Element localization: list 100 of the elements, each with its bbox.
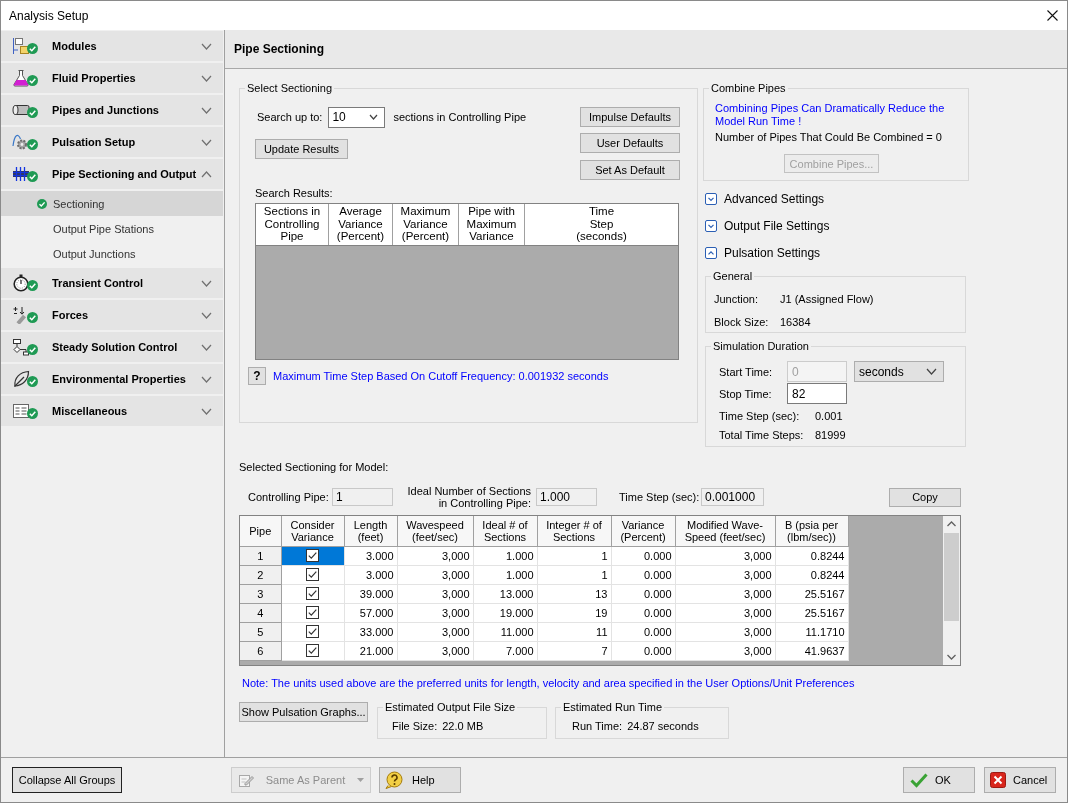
- chevron-down-icon: [369, 114, 379, 120]
- checkbox[interactable]: [306, 625, 319, 638]
- sections-dropdown[interactable]: 10: [328, 106, 386, 128]
- field-label: Block Size:: [714, 315, 770, 329]
- info-text: Number of Pipes That Could Be Combined = 0: [715, 131, 943, 144]
- chevron-down-icon: [926, 368, 937, 375]
- list-icon: [12, 402, 30, 420]
- cancel-button[interactable]: Cancel: [984, 767, 1056, 793]
- group-title: General: [712, 270, 754, 283]
- section-label: Search Results:: [255, 187, 334, 200]
- stopwatch-icon: [12, 274, 30, 292]
- field-label: Controlling Pipe:: [248, 491, 330, 503]
- close-button[interactable]: [1047, 10, 1058, 21]
- sidebar-group[interactable]: Modules: [1, 31, 223, 61]
- panel-title: Pipe Sectioning: [234, 42, 324, 56]
- checkbox[interactable]: [306, 644, 319, 657]
- close-icon: [1047, 10, 1058, 21]
- sidebar-group[interactable]: Pipe Sectioning and Output: [1, 159, 223, 189]
- checkmark-icon: [910, 772, 928, 788]
- read-only-field: 1.000: [536, 488, 597, 506]
- field-value: 16384: [780, 315, 811, 329]
- sidebar-group[interactable]: Miscellaneous: [1, 396, 223, 426]
- help-button[interactable]: ?: [248, 367, 266, 385]
- section-label: Selected Sectioning for Model:: [239, 461, 390, 474]
- checkbox[interactable]: [306, 587, 319, 600]
- unit-dropdown[interactable]: seconds: [854, 361, 944, 382]
- field-label: Search up to:: [257, 111, 323, 123]
- column-header: Time Step (seconds): [575, 204, 628, 244]
- section-toggle[interactable]: Pulsation Settings: [703, 245, 821, 261]
- group-title: Simulation Duration: [712, 340, 810, 353]
- field-label: Stop Time:: [719, 387, 773, 400]
- field-label: Time Step (sec):: [619, 491, 699, 503]
- impulse-defaults-button[interactable]: Impulse Defaults: [580, 107, 680, 127]
- field-label: Start Time:: [719, 365, 774, 378]
- column-header: Length (feet): [344, 516, 397, 546]
- column-header: Pipe: [240, 516, 281, 546]
- gear-wave-icon: [12, 133, 30, 151]
- blocks-icon: [12, 37, 30, 55]
- checkbox[interactable]: [306, 549, 319, 562]
- group-title: Combine Pipes: [710, 82, 787, 95]
- caret-down-icon: [357, 778, 364, 782]
- column-header: Consider Variance: [281, 516, 344, 546]
- column-header: Modified Wave- Speed (feet/sec): [675, 516, 775, 546]
- note-text: Note: The units used above are the preferred units for length, velocity and area specified in the User Options/Unit Preferences: [242, 677, 856, 690]
- notepad-pencil-icon: [238, 772, 254, 788]
- field-value: J1 (Assigned Flow): [780, 292, 874, 306]
- field-label: Ideal Number of Sections in Controlling Pipe:: [406, 485, 531, 509]
- sidebar-group[interactable]: Pipes and Junctions: [1, 95, 223, 125]
- sidebar-group[interactable]: Transient Control: [1, 268, 223, 298]
- field-label: Time Step (sec):: [719, 410, 801, 422]
- collapse-all-button[interactable]: Collapse All Groups: [12, 767, 122, 793]
- section-toggle[interactable]: Output File Settings: [703, 218, 830, 234]
- field-value: 22.0 MB: [442, 720, 484, 733]
- checkbox[interactable]: [306, 568, 319, 581]
- sidebar-group[interactable]: Pulsation Setup: [1, 127, 223, 157]
- group-title: Select Sectioning: [246, 82, 333, 95]
- notice-text: Combining Pipes Can Dramatically Reduce the Model Run Time !: [715, 102, 946, 128]
- sidebar-item[interactable]: Sectioning: [1, 191, 223, 216]
- sidebar-group[interactable]: Steady Solution Control: [1, 332, 223, 362]
- field-value: 0.001: [815, 410, 843, 422]
- read-only-field: 0.001000: [701, 488, 764, 506]
- column-header: Variance (Percent): [611, 516, 675, 546]
- field-label: File Size:: [392, 720, 438, 733]
- field-label: Junction:: [714, 292, 760, 306]
- section-toggle[interactable]: Advanced Settings: [703, 191, 825, 207]
- flask-icon: [12, 69, 30, 87]
- x-box-icon: [990, 772, 1006, 788]
- sidebar-group[interactable]: Environmental Properties: [1, 364, 223, 394]
- column-header: Wavespeed (feet/sec): [397, 516, 473, 546]
- flowchart-icon: [12, 338, 30, 356]
- column-header: Maximum Variance (Percent): [393, 204, 459, 245]
- window-title: Analysis Setup: [9, 8, 89, 23]
- group-title: Estimated Run Time: [562, 701, 664, 714]
- copy-button[interactable]: Copy: [889, 487, 961, 507]
- column-header: Pipe with Maximum Variance: [459, 204, 525, 245]
- group-title: Estimated Output File Size: [384, 701, 517, 714]
- info-text: Maximum Time Step Based On Cutoff Frequency: 0.001932 seconds: [273, 370, 609, 382]
- field-value: 24.87 seconds: [627, 720, 699, 733]
- column-header: Ideal # of Sections: [473, 516, 537, 546]
- column-header: Sections in Controlling Pipe: [256, 204, 329, 245]
- column-header: Average Variance (Percent): [329, 204, 393, 245]
- field-value: 81999: [815, 429, 846, 441]
- read-only-field: 1: [332, 488, 393, 506]
- field-label: Run Time:: [572, 720, 623, 733]
- set-default-button[interactable]: Set As Default: [580, 160, 680, 180]
- ok-button[interactable]: OK: [903, 767, 975, 793]
- column-header: B (psia per (lbm/sec)): [775, 516, 848, 546]
- help-button[interactable]: Help: [379, 767, 461, 793]
- field-label: Total Time Steps:: [719, 429, 805, 441]
- user-defaults-button[interactable]: User Defaults: [580, 133, 680, 153]
- question-bubble-icon: [385, 771, 403, 789]
- show-graphs-button[interactable]: Show Pulsation Graphs...: [239, 702, 368, 722]
- checkbox[interactable]: [306, 606, 319, 619]
- column-header: Integer # of Sections: [537, 516, 611, 546]
- sidebar-group[interactable]: Fluid Properties: [1, 63, 223, 93]
- sidebar-group[interactable]: Forces: [1, 300, 223, 330]
- field-label: sections in Controlling Pipe: [393, 111, 527, 123]
- stop-time-field[interactable]: 82: [787, 383, 847, 404]
- update-results-button[interactable]: Update Results: [255, 139, 348, 159]
- leaf-icon: [12, 370, 30, 388]
